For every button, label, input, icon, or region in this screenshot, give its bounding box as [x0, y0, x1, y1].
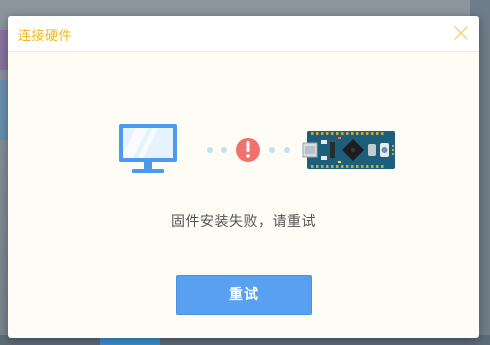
connection-dots-left	[207, 147, 227, 153]
connect-hardware-dialog: 连接硬件 固件安装失败，请重试 重试	[8, 16, 479, 338]
arduino-nano-icon	[302, 131, 395, 169]
status-message: 固件安装失败，请重试	[171, 214, 316, 230]
connection-dots-right	[269, 147, 290, 153]
monitor-icon	[119, 124, 177, 173]
background-element	[0, 80, 8, 140]
retry-button[interactable]: 重试	[176, 275, 312, 315]
background-element	[100, 338, 160, 345]
error-exclamation-icon	[236, 138, 260, 162]
